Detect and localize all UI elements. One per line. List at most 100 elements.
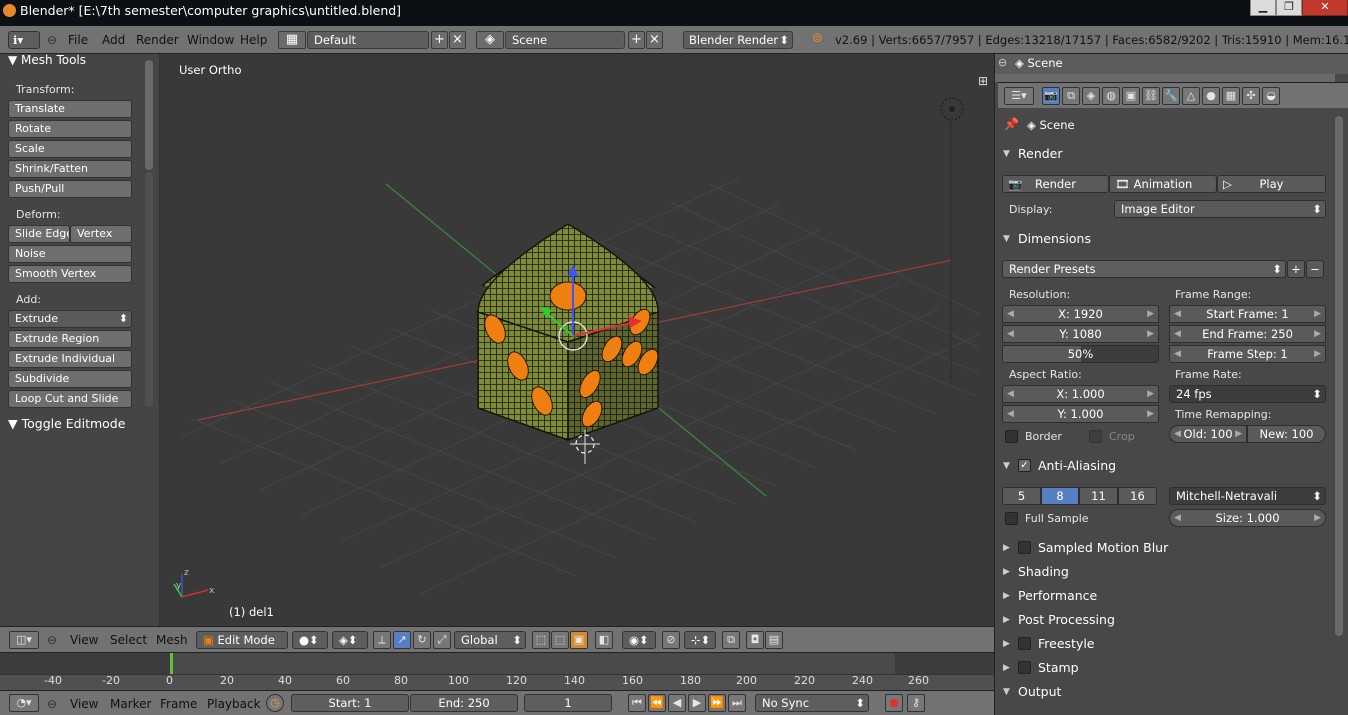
remove-scene-button[interactable]: × bbox=[646, 31, 663, 49]
jump-keyframe-forward-icon[interactable]: ⏩ bbox=[708, 694, 726, 712]
menu-mesh[interactable]: Mesh bbox=[156, 633, 188, 647]
pin-icon[interactable]: 📌 bbox=[1004, 117, 1019, 131]
scene-context-icon[interactable]: ◈ bbox=[1082, 87, 1100, 105]
stamp-checkbox[interactable] bbox=[1018, 661, 1031, 674]
increment-arrow-icon[interactable]: ▶ bbox=[1147, 326, 1154, 342]
data-context-icon[interactable]: △ bbox=[1182, 87, 1200, 105]
increment-arrow-icon[interactable]: ▶ bbox=[1314, 326, 1321, 342]
snap-element-dropdown[interactable]: ⊹⬍ bbox=[684, 631, 716, 649]
vertex-slide-button[interactable]: Vertex bbox=[70, 225, 132, 243]
close-window-button[interactable]: ✕ bbox=[1302, 0, 1348, 16]
time-remap-new-field[interactable]: New: 100 bbox=[1247, 425, 1326, 443]
decrement-arrow-icon[interactable]: ◀ bbox=[1174, 346, 1181, 362]
screen-layout-icon[interactable]: ▦ bbox=[278, 31, 306, 49]
play-button[interactable]: ▷ Play bbox=[1217, 175, 1326, 193]
sampled-motion-blur-panel-header[interactable]: ▶ Sampled Motion Blur bbox=[998, 538, 1326, 558]
render-panel-header[interactable]: ▼ Render bbox=[998, 144, 1326, 164]
pivot-point-dropdown[interactable]: ◈⬍ bbox=[332, 631, 368, 649]
snap-toggle-icon[interactable]: ⊘ bbox=[662, 631, 680, 649]
vertex-select-icon[interactable]: ⬚ bbox=[532, 631, 550, 649]
render-engine-dropdown[interactable]: Blender Render ⬍ bbox=[683, 31, 793, 49]
aa-samples-16[interactable]: 16 bbox=[1118, 487, 1157, 505]
manipulator-toggle-icon[interactable]: ⟂ bbox=[373, 631, 391, 649]
loop-cut-slide-button[interactable]: Loop Cut and Slide bbox=[8, 390, 132, 408]
increment-arrow-icon[interactable]: ▶ bbox=[1147, 406, 1154, 422]
dimensions-panel-header[interactable]: ▼ Dimensions bbox=[998, 229, 1326, 249]
rotate-button[interactable]: Rotate bbox=[8, 120, 132, 138]
jump-start-icon[interactable]: ⏮ bbox=[628, 694, 646, 712]
menu-frame[interactable]: Frame bbox=[160, 697, 197, 711]
menu-window[interactable]: Window bbox=[187, 33, 234, 47]
post-processing-panel-header[interactable]: ▶ Post Processing bbox=[998, 610, 1326, 630]
remove-preset-button[interactable]: − bbox=[1306, 260, 1324, 278]
jump-keyframe-back-icon[interactable]: ⏪ bbox=[648, 694, 666, 712]
editor-type-3dview-button[interactable]: ◫▾ bbox=[9, 631, 39, 649]
menu-file[interactable]: File bbox=[68, 33, 88, 47]
border-checkbox[interactable] bbox=[1005, 430, 1018, 443]
texture-context-icon[interactable]: ▦ bbox=[1222, 87, 1240, 105]
translate-manipulator-icon[interactable]: ↗ bbox=[393, 631, 411, 649]
proportional-editing-dropdown[interactable]: ◉⬍ bbox=[622, 631, 656, 649]
subdivide-button[interactable]: Subdivide bbox=[8, 370, 132, 388]
resolution-y-field[interactable]: ◀ Y: 1080 ▶ bbox=[1002, 325, 1159, 343]
constraints-context-icon[interactable]: ⛓ bbox=[1142, 87, 1160, 105]
increment-arrow-icon[interactable]: ▶ bbox=[1314, 510, 1321, 526]
opengl-render-icon[interactable]: ◘ bbox=[746, 631, 764, 649]
translate-button[interactable]: Translate bbox=[8, 100, 132, 118]
scale-button[interactable]: Scale bbox=[8, 140, 132, 158]
minimize-button[interactable]: ▁ bbox=[1250, 0, 1276, 16]
editor-type-info-button[interactable]: ℹ▾ bbox=[8, 31, 40, 49]
properties-scrollbar[interactable] bbox=[1335, 116, 1343, 636]
decrement-arrow-icon[interactable]: ◀ bbox=[1007, 306, 1014, 322]
frame-rate-dropdown[interactable]: 24 fps ⬍ bbox=[1169, 385, 1326, 403]
screen-layout-field[interactable]: Default bbox=[307, 31, 429, 49]
freestyle-checkbox[interactable] bbox=[1018, 637, 1031, 650]
resolution-percentage-slider[interactable]: 50% bbox=[1002, 345, 1159, 363]
editor-type-timeline-button[interactable]: ◔▾ bbox=[9, 694, 39, 712]
render-layers-context-icon[interactable]: ⧉ bbox=[1062, 87, 1080, 105]
transform-orientation-dropdown[interactable]: Global ⬍ bbox=[454, 631, 526, 649]
increment-arrow-icon[interactable]: ▶ bbox=[1314, 346, 1321, 362]
material-context-icon[interactable]: ● bbox=[1202, 87, 1220, 105]
end-frame-field[interactable]: ◀ End Frame: 250 ▶ bbox=[1169, 325, 1326, 343]
add-layout-button[interactable]: + bbox=[431, 31, 448, 49]
menu-playback[interactable]: Playback bbox=[207, 697, 261, 711]
physics-context-icon[interactable]: ◒ bbox=[1262, 87, 1280, 105]
frame-step-field[interactable]: ◀ Frame Step: 1 ▶ bbox=[1169, 345, 1326, 363]
world-context-icon[interactable]: ◍ bbox=[1102, 87, 1120, 105]
output-panel-header[interactable]: ▼ Output bbox=[998, 682, 1326, 702]
aspect-y-field[interactable]: ◀ Y: 1.000 ▶ bbox=[1002, 405, 1159, 423]
menu-view[interactable]: View bbox=[70, 697, 98, 711]
time-remap-old-field[interactable]: ◀ Old: 100 ▶ bbox=[1169, 425, 1247, 443]
decrement-arrow-icon[interactable]: ◀ bbox=[1174, 510, 1181, 526]
editor-type-properties-button[interactable]: ☰▾ bbox=[1004, 87, 1034, 105]
record-icon[interactable]: ● bbox=[885, 694, 903, 712]
menu-select[interactable]: Select bbox=[110, 633, 147, 647]
freestyle-panel-header[interactable]: ▶ Freestyle bbox=[998, 634, 1326, 654]
performance-panel-header[interactable]: ▶ Performance bbox=[998, 586, 1326, 606]
toolshelf-scrollbar-track[interactable] bbox=[145, 172, 153, 407]
outliner-scene-item[interactable]: ◈ Scene bbox=[1015, 56, 1063, 70]
opengl-animation-icon[interactable]: ▤ bbox=[765, 631, 783, 649]
aa-samples-5[interactable]: 5 bbox=[1002, 487, 1041, 505]
timeline[interactable]: -40 -20 0 20 40 60 80 100 120 140 160 18… bbox=[0, 652, 994, 691]
anti-aliasing-checkbox[interactable]: ✓ bbox=[1018, 459, 1031, 472]
smooth-vertex-button[interactable]: Smooth Vertex bbox=[8, 265, 132, 283]
scene-selector-icon[interactable]: ◈ bbox=[476, 31, 504, 49]
aa-filter-dropdown[interactable]: Mitchell-Netravali ⬍ bbox=[1169, 487, 1326, 505]
particles-context-icon[interactable]: ✣ bbox=[1242, 87, 1260, 105]
shrink-fatten-button[interactable]: Shrink/Fatten bbox=[8, 160, 132, 178]
viewport-scene[interactable]: z y x bbox=[160, 54, 994, 626]
aspect-x-field[interactable]: ◀ X: 1.000 ▶ bbox=[1002, 385, 1159, 403]
motion-blur-checkbox[interactable] bbox=[1018, 541, 1031, 554]
extrude-dropdown[interactable]: Extrude ⬍ bbox=[8, 310, 132, 328]
slide-edge-button[interactable]: Slide Edge bbox=[8, 225, 70, 243]
scale-manipulator-icon[interactable]: ⤢ bbox=[433, 631, 451, 649]
extrude-region-button[interactable]: Extrude Region bbox=[8, 330, 132, 348]
start-frame-field[interactable]: ◀ Start Frame: 1 ▶ bbox=[1169, 305, 1326, 323]
menu-marker[interactable]: Marker bbox=[110, 697, 151, 711]
outliner-scrollbar[interactable] bbox=[995, 74, 1335, 82]
3d-viewport[interactable]: z y x User Ortho (1) del1 ⊞ bbox=[160, 54, 994, 626]
increment-arrow-icon[interactable]: ▶ bbox=[1314, 306, 1321, 322]
noise-button[interactable]: Noise bbox=[8, 245, 132, 263]
